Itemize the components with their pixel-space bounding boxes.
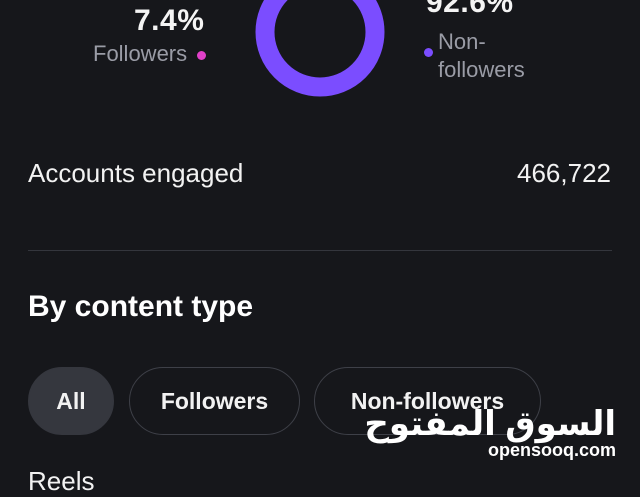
followers-legend-label: Followers xyxy=(93,41,188,66)
non-followers-legend: Non- followers xyxy=(438,28,525,84)
reels-label: Reels xyxy=(28,466,95,496)
non-followers-dot-icon xyxy=(424,48,433,57)
non-followers-legend-line1: Non- xyxy=(438,29,486,54)
accounts-engaged-value: 466,722 xyxy=(517,158,611,188)
followers-dot-icon xyxy=(197,50,207,60)
filter-chip-followers[interactable]: Followers xyxy=(129,367,300,435)
section-divider xyxy=(28,250,612,251)
accounts-engaged-label: Accounts engaged xyxy=(28,158,244,188)
followers-percent: 7.4% xyxy=(134,4,205,37)
non-followers-legend-line2: followers xyxy=(438,57,525,82)
filter-chip-all[interactable]: All xyxy=(28,367,114,435)
watermark-latin: opensooq.com xyxy=(487,440,616,460)
watermark-arabic: السوق المفتوح xyxy=(364,405,616,443)
content-type-title: By content type xyxy=(28,290,254,323)
followers-legend: Followers xyxy=(93,40,207,68)
audience-donut-chart xyxy=(255,0,385,97)
non-followers-percent: 92.6% xyxy=(426,0,514,19)
donut-ring xyxy=(255,0,385,97)
